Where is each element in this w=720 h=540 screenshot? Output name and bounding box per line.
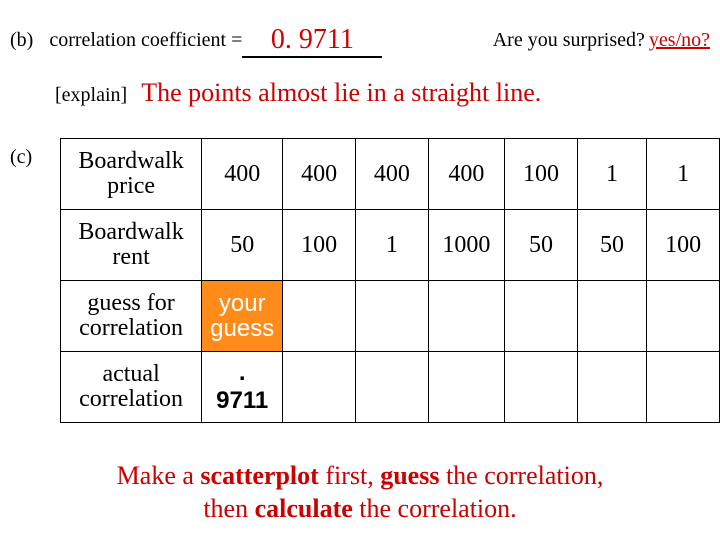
cell: 50 <box>505 210 578 281</box>
cell: 400 <box>428 139 504 210</box>
bold-calculate: calculate <box>255 494 353 523</box>
cell-empty <box>647 352 720 423</box>
cell: 1 <box>577 139 646 210</box>
correlation-coefficient-value: 0. 9711 <box>242 24 382 58</box>
t: then <box>203 494 254 523</box>
data-table: Boardwalk price 400 400 400 400 100 1 1 … <box>60 138 720 423</box>
cell: 1 <box>356 210 429 281</box>
cell-empty <box>356 352 429 423</box>
cell: 100 <box>647 210 720 281</box>
t: the correlation. <box>353 494 517 523</box>
instruction-text: Make a scatterplot first, guess the corr… <box>0 460 720 525</box>
cell-empty <box>505 352 578 423</box>
your-guess-cell: your guess <box>202 281 283 352</box>
cell-empty <box>356 281 429 352</box>
surprised-yesno: yes/no? <box>649 29 710 52</box>
row-head-price: Boardwalk price <box>61 139 202 210</box>
row-boardwalk-price: Boardwalk price 400 400 400 400 100 1 1 <box>61 139 720 210</box>
correlation-coefficient-label: correlation coefficient = <box>49 29 242 52</box>
cell-empty <box>428 281 504 352</box>
cell-empty <box>428 352 504 423</box>
part-c-label: (c) <box>10 146 32 169</box>
row-head-guess: guess for correlation <box>61 281 202 352</box>
data-table-wrap: Boardwalk price 400 400 400 400 100 1 1 … <box>60 138 720 423</box>
cell-empty <box>577 352 646 423</box>
explain-line: [explain] The points almost lie in a str… <box>55 78 541 108</box>
cell: 1000 <box>428 210 504 281</box>
part-b-label: (b) <box>10 29 33 52</box>
cell: 100 <box>505 139 578 210</box>
actual-correlation-cell: . 9711 <box>202 352 283 423</box>
part-b-line: (b) correlation coefficient = 0. 9711 Ar… <box>10 22 710 56</box>
t: Make a <box>117 461 201 490</box>
t: the correlation, <box>439 461 603 490</box>
cell: 1 <box>647 139 720 210</box>
cell-empty <box>505 281 578 352</box>
cell-empty <box>577 281 646 352</box>
cell: 400 <box>202 139 283 210</box>
row-actual: actual correlation . 9711 <box>61 352 720 423</box>
explain-text: The points almost lie in a straight line… <box>141 78 541 107</box>
row-boardwalk-rent: Boardwalk rent 50 100 1 1000 50 50 100 <box>61 210 720 281</box>
worksheet-page: (b) correlation coefficient = 0. 9711 Ar… <box>0 0 720 540</box>
bold-guess: guess <box>380 461 439 490</box>
cell: 400 <box>283 139 356 210</box>
cell: 50 <box>202 210 283 281</box>
cell: 400 <box>356 139 429 210</box>
explain-label: [explain] <box>55 84 127 106</box>
cell: 100 <box>283 210 356 281</box>
cell: 50 <box>577 210 646 281</box>
cell-empty <box>647 281 720 352</box>
cell-empty <box>283 281 356 352</box>
row-guess: guess for correlation your guess <box>61 281 720 352</box>
row-head-actual: actual correlation <box>61 352 202 423</box>
surprised-label: Are you surprised? <box>493 29 645 52</box>
row-head-rent: Boardwalk rent <box>61 210 202 281</box>
t: first, <box>319 461 380 490</box>
cell-empty <box>283 352 356 423</box>
bold-scatterplot: scatterplot <box>200 461 318 490</box>
